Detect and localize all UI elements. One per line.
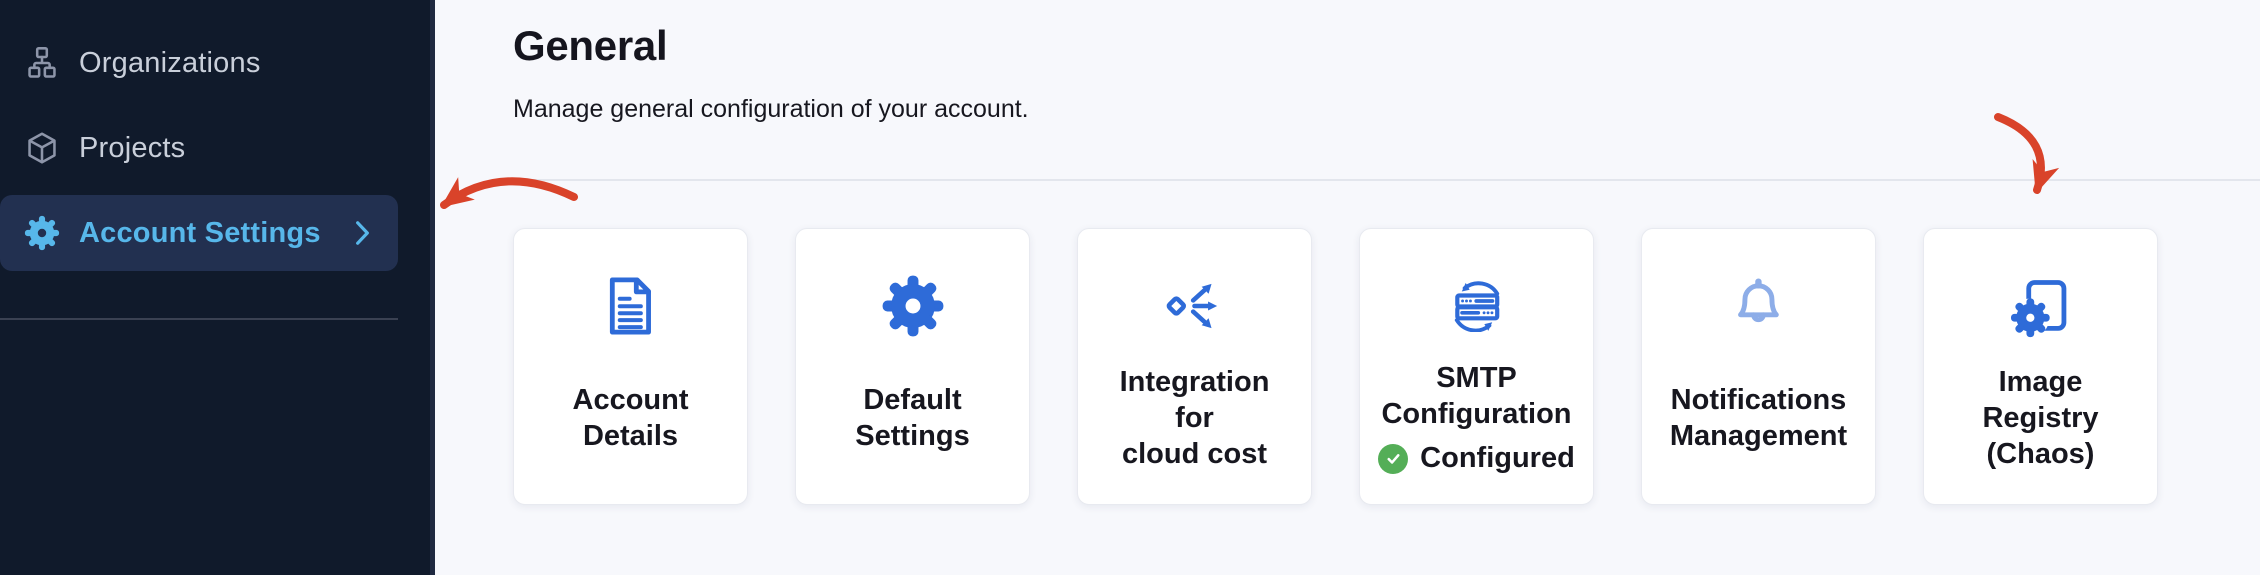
card-label: DefaultSettings — [855, 347, 969, 504]
card-label-line: Management — [1670, 418, 1847, 454]
card-label-line: cloud cost — [1122, 436, 1267, 472]
status-label: Configured — [1420, 442, 1575, 475]
sidebar-items: Organizations Projects Account Settings — [0, 25, 430, 271]
check-icon — [1378, 444, 1408, 474]
card-label: AccountDetails — [573, 347, 689, 504]
projects-icon — [22, 130, 62, 166]
card-label-line: Default — [863, 382, 961, 418]
card-notifications-management[interactable]: NotificationsManagement — [1641, 228, 1876, 505]
card-label-line: Integration — [1120, 364, 1270, 400]
main-content: General Manage general configuration of … — [435, 0, 2260, 575]
header-divider — [513, 179, 2260, 181]
registry-icon — [2009, 265, 2073, 347]
sidebar-item-label: Account Settings — [79, 217, 321, 250]
sidebar-item-projects[interactable]: Projects — [0, 110, 398, 186]
document-icon — [601, 265, 660, 347]
card-label-line: SMTP — [1436, 360, 1517, 396]
card-label-line: Notifications — [1671, 382, 1847, 418]
card-label: Integrationforcloud cost — [1120, 347, 1270, 504]
sidebar-divider — [0, 318, 398, 320]
card-smtp-configuration[interactable]: SMTPConfiguration Configured — [1359, 228, 1594, 505]
bell-icon — [1729, 265, 1788, 347]
card-label: SMTPConfiguration Configured — [1378, 347, 1575, 504]
card-label-line: Image — [1999, 364, 2083, 400]
card-label-line: (Chaos) — [1987, 436, 2095, 472]
sidebar-item-label: Organizations — [79, 47, 261, 80]
card-account-details[interactable]: AccountDetails — [513, 228, 748, 505]
integration-icon — [1163, 265, 1227, 347]
chevron-right-icon — [355, 220, 370, 246]
page-subtitle: Manage general configuration of your acc… — [513, 95, 2260, 124]
card-label: ImageRegistry(Chaos) — [1982, 347, 2098, 504]
gear-icon — [881, 265, 945, 347]
card-default-settings[interactable]: DefaultSettings — [795, 228, 1030, 505]
card-label-line: Registry — [1982, 400, 2098, 436]
sidebar: Organizations Projects Account Settings — [0, 0, 435, 575]
card-label-line: Settings — [855, 418, 969, 454]
sidebar-item-account-settings[interactable]: Account Settings — [0, 195, 398, 271]
card-label-line: Account — [573, 382, 689, 418]
gear-icon — [22, 215, 62, 251]
card-label-line: Details — [583, 418, 678, 454]
card-label: NotificationsManagement — [1670, 347, 1847, 504]
settings-cards-grid: AccountDetails DefaultSettings Integratio… — [513, 228, 2158, 505]
sidebar-item-organizations[interactable]: Organizations — [0, 25, 398, 101]
page-title: General — [513, 24, 2260, 68]
card-image-registry-chaos-[interactable]: ImageRegistry(Chaos) — [1923, 228, 2158, 505]
card-label-line: for — [1175, 400, 1214, 436]
organizations-icon — [22, 45, 62, 81]
sidebar-item-label: Projects — [79, 132, 185, 165]
card-integration-for-cloud-cost[interactable]: Integrationforcloud cost — [1077, 228, 1312, 505]
smtp-icon — [1445, 265, 1509, 347]
status-badge: Configured — [1378, 442, 1575, 475]
card-label-line: Configuration — [1381, 396, 1571, 432]
